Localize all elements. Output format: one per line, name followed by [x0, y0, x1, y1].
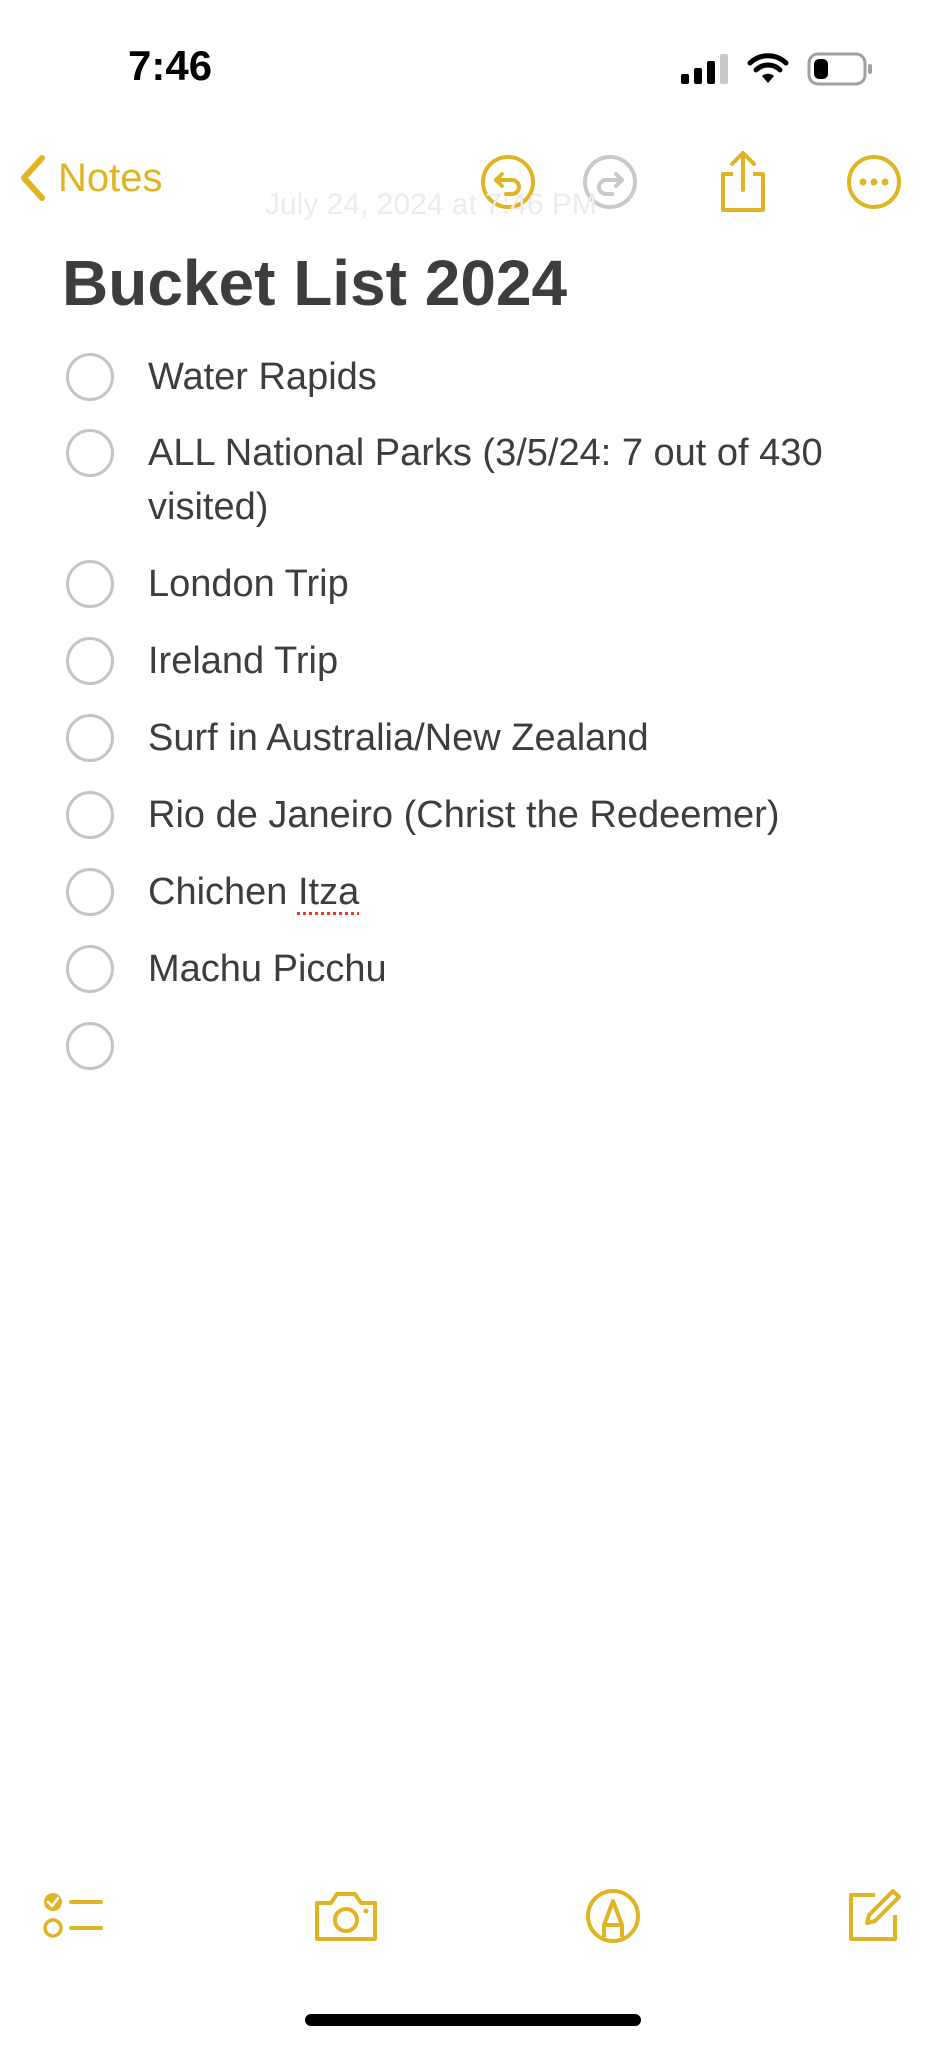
battery-icon [807, 52, 872, 86]
checklist-item-text[interactable]: Surf in Australia/New Zealand [148, 711, 848, 765]
more-button[interactable] [842, 150, 906, 214]
checkbox[interactable] [66, 560, 114, 608]
checklist-item-text[interactable]: Water Rapids [148, 350, 848, 404]
chevron-left-icon [21, 155, 45, 201]
camera-button[interactable] [310, 1880, 382, 1952]
status-bar: 7:46 [0, 0, 945, 130]
cellular-signal-icon [681, 54, 728, 84]
checklist-item-text[interactable]: Ireland Trip [148, 634, 848, 688]
camera-icon [315, 1892, 377, 1941]
misspelled-word[interactable]: Itza [298, 871, 359, 913]
status-icons [681, 52, 873, 86]
checkbox[interactable] [66, 429, 114, 477]
status-time: 7:46 [128, 42, 213, 89]
checklist-icon [43, 1893, 103, 1938]
bottom-toolbar [0, 1880, 945, 1960]
checkbox[interactable] [66, 791, 114, 839]
wifi-icon [747, 53, 789, 83]
compose-button[interactable] [838, 1880, 910, 1952]
checkbox[interactable] [66, 945, 114, 993]
checklist-item-text[interactable]: Machu Picchu [148, 942, 848, 996]
checkbox[interactable] [66, 714, 114, 762]
back-button[interactable]: Notes [18, 154, 163, 202]
checklist-item-text[interactable]: Chichen Itza [148, 865, 848, 919]
checkbox[interactable] [66, 637, 114, 685]
markup-icon [586, 1889, 640, 1943]
note-date: July 24, 2024 at 7:46 PM [265, 188, 597, 221]
note-title[interactable]: Bucket List 2024 [62, 246, 567, 320]
share-button[interactable] [711, 150, 775, 214]
checklist-item-text[interactable]: London Trip [148, 557, 848, 611]
more-icon [847, 155, 901, 209]
compose-icon [849, 1889, 901, 1941]
markup-button[interactable] [577, 1880, 649, 1952]
back-label: Notes [58, 155, 163, 200]
checklist-button[interactable] [38, 1880, 110, 1952]
checkbox[interactable] [66, 868, 114, 916]
home-indicator[interactable] [305, 2014, 641, 2026]
checklist-item-text[interactable]: ALL National Parks (3/5/24: 7 out of 430… [148, 426, 848, 534]
checklist-item-text[interactable]: Rio de Janeiro (Christ the Redeemer) [148, 788, 848, 842]
checkbox[interactable] [66, 353, 114, 401]
item-text-part: Chichen [148, 871, 298, 913]
checkbox[interactable] [66, 1022, 114, 1070]
share-icon [721, 151, 765, 212]
